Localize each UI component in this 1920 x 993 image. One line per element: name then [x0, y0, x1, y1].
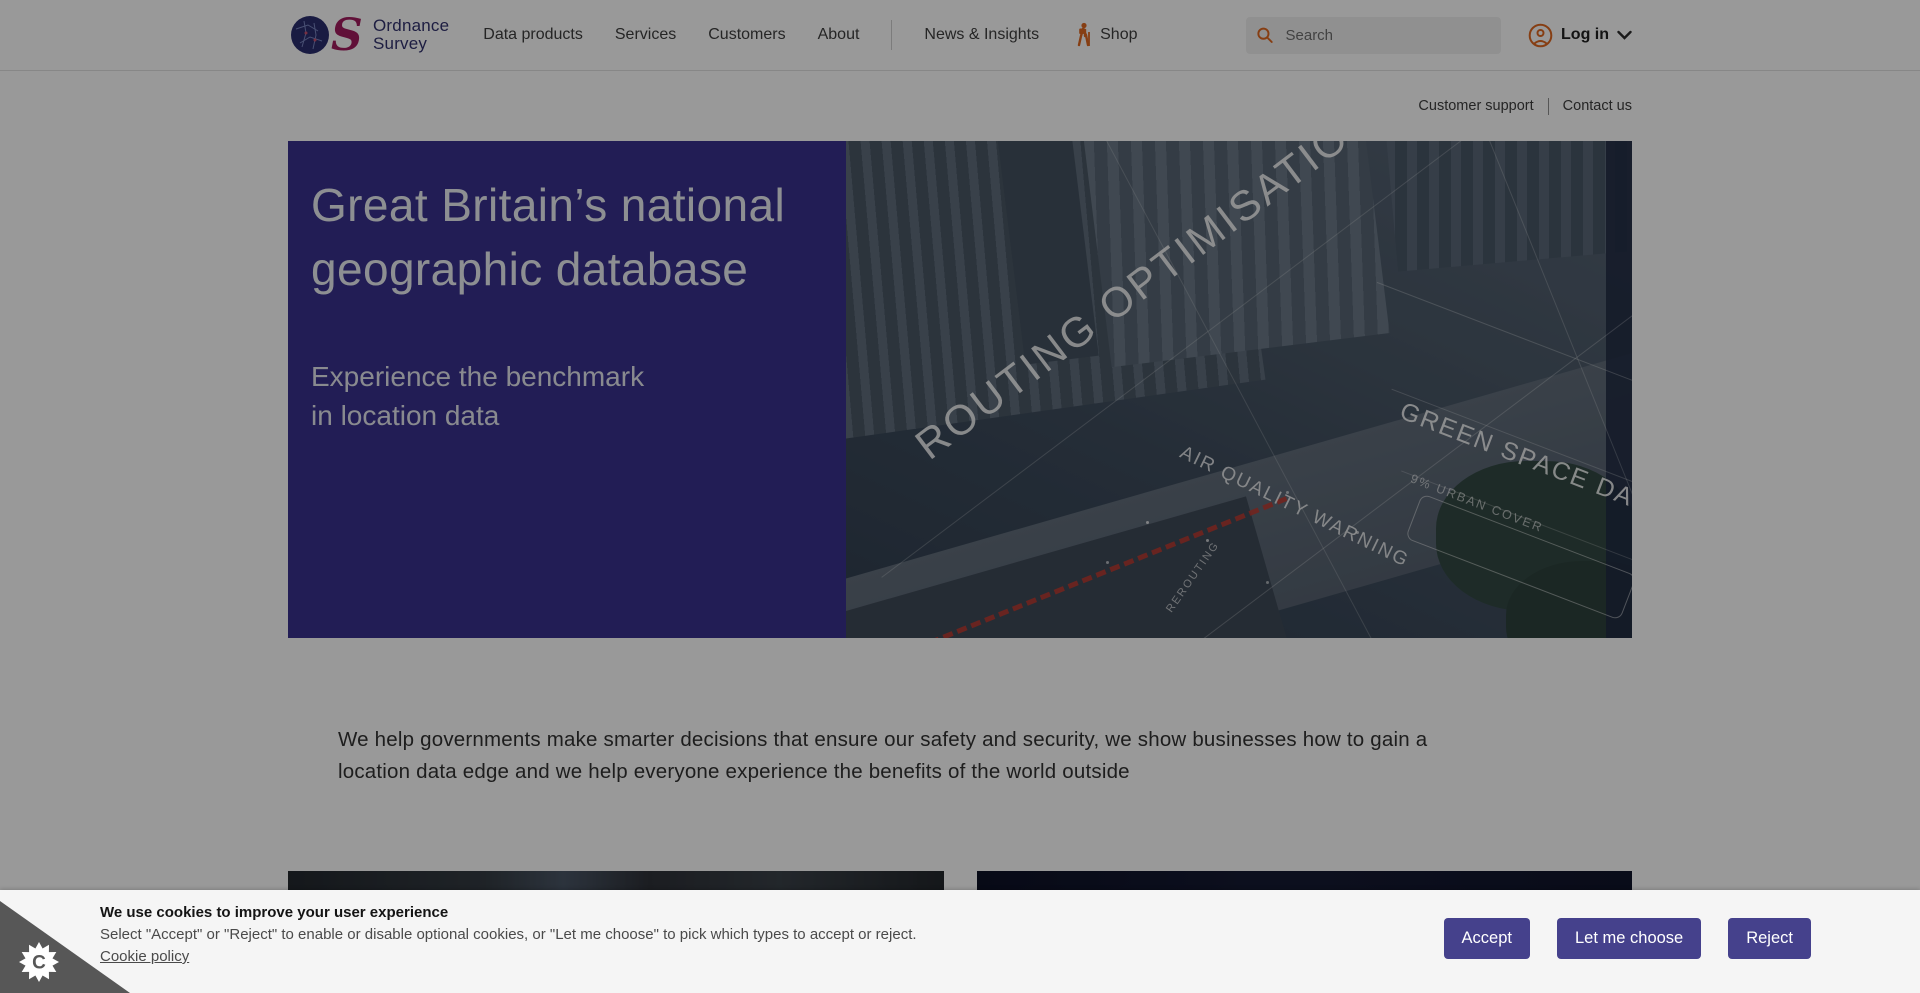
login-label: Log in [1561, 26, 1609, 44]
ordnance-survey-logo[interactable]: S Ordnance Survey [288, 11, 449, 59]
chevron-down-icon [1617, 30, 1632, 40]
nav-item-shop[interactable]: Shop [1100, 26, 1137, 44]
cookie-text-block: We use cookies to improve your user expe… [100, 904, 917, 966]
let-me-choose-button[interactable]: Let me choose [1557, 918, 1701, 959]
search-box[interactable] [1246, 17, 1501, 54]
main-menu: Data products Services Customers About N… [483, 20, 1039, 50]
os-wordmark: Ordnance Survey [373, 17, 449, 53]
accept-button[interactable]: Accept [1444, 918, 1530, 959]
svg-text:C: C [32, 953, 46, 974]
hero-subheading: Experience the benchmark in location dat… [311, 357, 806, 435]
nav-item-data-products[interactable]: Data products [483, 26, 583, 44]
intro-paragraph: We help governments make smarter decisio… [338, 724, 1518, 787]
contact-us-link[interactable]: Contact us [1563, 98, 1632, 114]
nav-item-services[interactable]: Services [615, 26, 676, 44]
login-control[interactable]: Log in [1528, 23, 1632, 48]
hiker-icon [1073, 22, 1093, 48]
svg-text:S: S [331, 11, 363, 59]
reject-button[interactable]: Reject [1728, 918, 1811, 959]
search-input[interactable] [1286, 27, 1492, 44]
cookie-banner: C We use cookies to improve your user ex… [0, 890, 1920, 993]
cookie-control-gear-icon[interactable]: C [16, 939, 62, 985]
utility-links: Customer support Contact us [288, 71, 1632, 141]
hero-text-panel: Great Britain’s national geographic data… [288, 141, 846, 638]
cookie-buttons: Accept Let me choose Reject [1444, 918, 1811, 959]
hero-video[interactable]: ROUTING OPTIMISATION REROUTING AIR QUALI… [846, 141, 1632, 638]
nav-item-customers[interactable]: Customers [708, 26, 785, 44]
nav-divider [891, 20, 892, 50]
user-circle-icon [1528, 23, 1553, 48]
utility-divider [1548, 98, 1549, 115]
cookie-heading: We use cookies to improve your user expe… [100, 904, 917, 921]
hero-banner: Great Britain’s national geographic data… [288, 141, 1632, 638]
pedestrian-dots [1146, 521, 1149, 524]
hero-heading: Great Britain’s national geographic data… [311, 173, 806, 301]
cookie-policy-link[interactable]: Cookie policy [100, 948, 189, 965]
cookie-body-text: Select "Accept" or "Reject" to enable or… [100, 926, 917, 943]
nav-item-about[interactable]: About [818, 26, 860, 44]
shop-nav[interactable]: Shop [1073, 22, 1137, 48]
search-icon [1256, 25, 1273, 45]
customer-support-link[interactable]: Customer support [1418, 98, 1533, 114]
nav-item-news-insights[interactable]: News & Insights [924, 26, 1039, 44]
top-navigation: S Ordnance Survey Data products Services… [0, 0, 1920, 71]
os-logo-icon: S [288, 11, 366, 59]
